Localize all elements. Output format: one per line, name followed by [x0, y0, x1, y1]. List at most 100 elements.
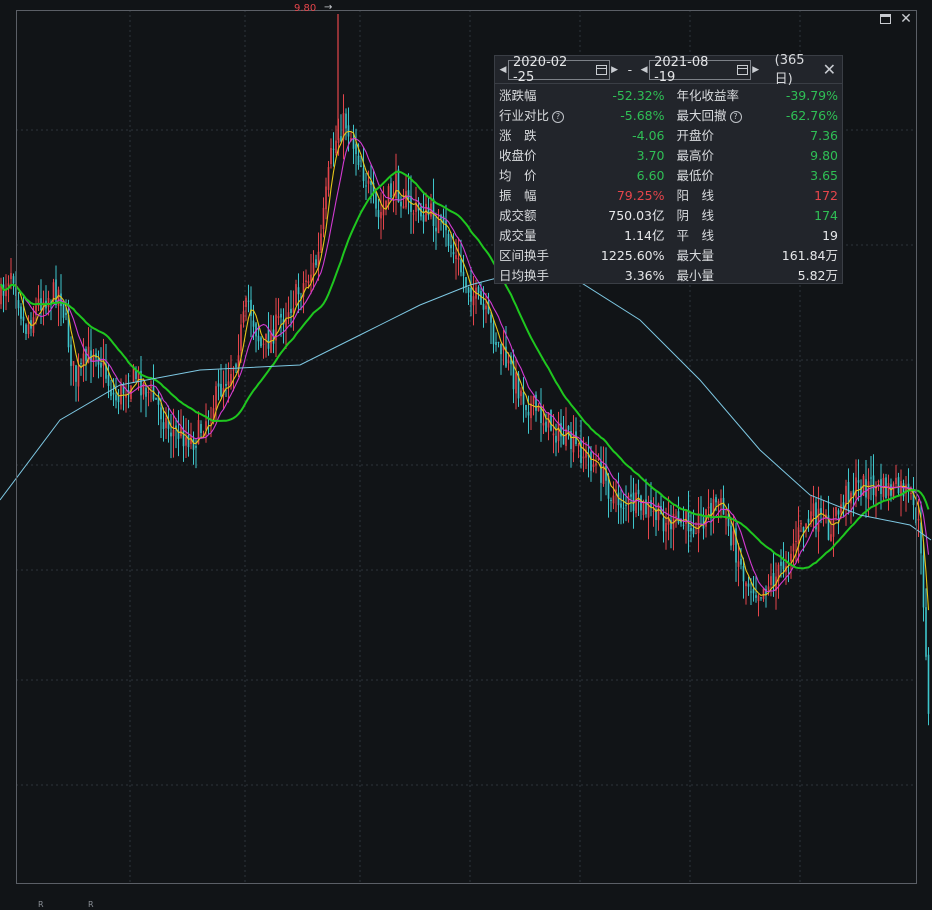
stat-value: 161.84万: [781, 248, 838, 263]
candle-body: [187, 435, 190, 448]
candle-body: [357, 155, 360, 165]
candle-body: [857, 480, 860, 483]
stats-row: 区间换手 1225.60% 最大量 161.84万: [495, 246, 842, 266]
stat-cell: 最低价 3.65: [669, 166, 843, 186]
candle-body: [235, 364, 237, 368]
candle-body: [362, 168, 365, 182]
candle-body: [82, 353, 85, 367]
stat-label: 阴 线: [676, 208, 715, 223]
candle-body: [180, 426, 182, 437]
candle-body: [80, 362, 82, 364]
candle-body: [797, 527, 800, 545]
candle-body: [917, 518, 920, 521]
candle-body: [895, 477, 897, 485]
stat-cell: 年化收益率 -39.79%: [669, 86, 843, 106]
candle-body: [277, 315, 280, 319]
stat-cell: 均 价 6.60: [495, 166, 669, 186]
candle-body: [830, 534, 832, 542]
candle-body: [552, 433, 555, 436]
close-chart-button[interactable]: ✕: [898, 11, 914, 27]
candle-body: [322, 207, 325, 230]
end-prev-arrow-icon[interactable]: ◀: [639, 65, 649, 75]
candle-body: [630, 494, 632, 497]
stat-label: 最低价: [676, 168, 715, 183]
candle-body: [877, 481, 880, 483]
candle-body: [817, 508, 820, 532]
candle-body: [365, 185, 367, 187]
candle-body: [582, 456, 585, 459]
candle-body: [452, 252, 455, 255]
candle-body: [437, 219, 440, 234]
stat-cell: 日均换手 3.36%: [495, 266, 669, 286]
candle-body: [377, 209, 380, 218]
candle-body: [465, 277, 467, 287]
candle-body: [752, 588, 755, 594]
close-panel-icon[interactable]: ✕: [823, 60, 836, 79]
candle-body: [800, 522, 802, 525]
candle-body: [760, 597, 762, 599]
candle-body: [20, 306, 22, 319]
help-icon[interactable]: ?: [729, 111, 742, 123]
candle-body: [870, 477, 872, 479]
stat-label: 均 价: [499, 168, 537, 183]
candle-body: [625, 504, 627, 506]
candle-body: [592, 464, 595, 468]
candle-body: [722, 497, 725, 515]
candle-body: [227, 381, 230, 386]
candle-body: [447, 233, 450, 246]
start-prev-arrow-icon[interactable]: ◀: [498, 65, 508, 75]
start-date-field[interactable]: 2020-02 -25: [507, 55, 610, 85]
candle-body: [215, 386, 217, 410]
candle-body: [842, 502, 845, 508]
candle-body: [807, 518, 810, 523]
candle-body: [425, 203, 427, 222]
candle-body: [565, 428, 567, 447]
candle-body: [390, 183, 392, 198]
candle-body: [400, 201, 402, 207]
candle-body: [335, 140, 337, 154]
end-next-arrow-icon[interactable]: ▶: [751, 65, 761, 75]
stat-cell: 涨 跌 -4.06: [495, 126, 669, 146]
candle-body: [550, 409, 552, 431]
candle-body: [47, 298, 50, 307]
stat-value: 1225.60%: [600, 248, 665, 263]
stat-label: 成交额: [499, 208, 537, 223]
candle-body: [117, 395, 120, 403]
candle-body: [75, 365, 77, 382]
stat-cell: 振 幅 79.25%: [495, 186, 669, 206]
candle-body: [757, 595, 760, 602]
candle-body: [715, 497, 717, 503]
stat-value: 174: [814, 208, 838, 223]
maximize-icon: [880, 14, 891, 24]
stat-label: 行业对比: [499, 108, 550, 123]
candle-body: [312, 262, 315, 276]
candle-body: [472, 296, 475, 306]
candle-body: [422, 214, 425, 222]
candle-body: [707, 506, 710, 509]
maximize-button[interactable]: [878, 11, 894, 27]
candle-body: [515, 372, 517, 394]
calendar-icon[interactable]: [736, 64, 748, 75]
candle-body: [232, 368, 235, 371]
candle-body: [460, 259, 462, 273]
stat-label: 阳 线: [676, 188, 715, 203]
candle-body: [555, 435, 557, 443]
candle-body: [150, 386, 152, 388]
candle-body: [612, 495, 615, 504]
help-icon[interactable]: ?: [552, 111, 565, 123]
candle-body: [260, 337, 262, 347]
candle-body: [897, 477, 900, 494]
candle-body: [62, 303, 65, 318]
candle-body: [755, 595, 757, 598]
start-next-arrow-icon[interactable]: ▶: [610, 65, 620, 75]
candle-body: [147, 392, 150, 394]
stat-cell: 平 线 19: [669, 226, 843, 246]
candle-body: [407, 190, 410, 200]
end-date-field[interactable]: 2021-08 -19: [649, 55, 751, 85]
calendar-icon[interactable]: [595, 64, 607, 75]
candle-body: [325, 186, 327, 210]
candle-body: [590, 451, 592, 471]
stat-value: 3.36%: [624, 268, 665, 283]
stat-value: -62.76%: [785, 108, 838, 123]
stat-label: 振 幅: [499, 188, 537, 203]
